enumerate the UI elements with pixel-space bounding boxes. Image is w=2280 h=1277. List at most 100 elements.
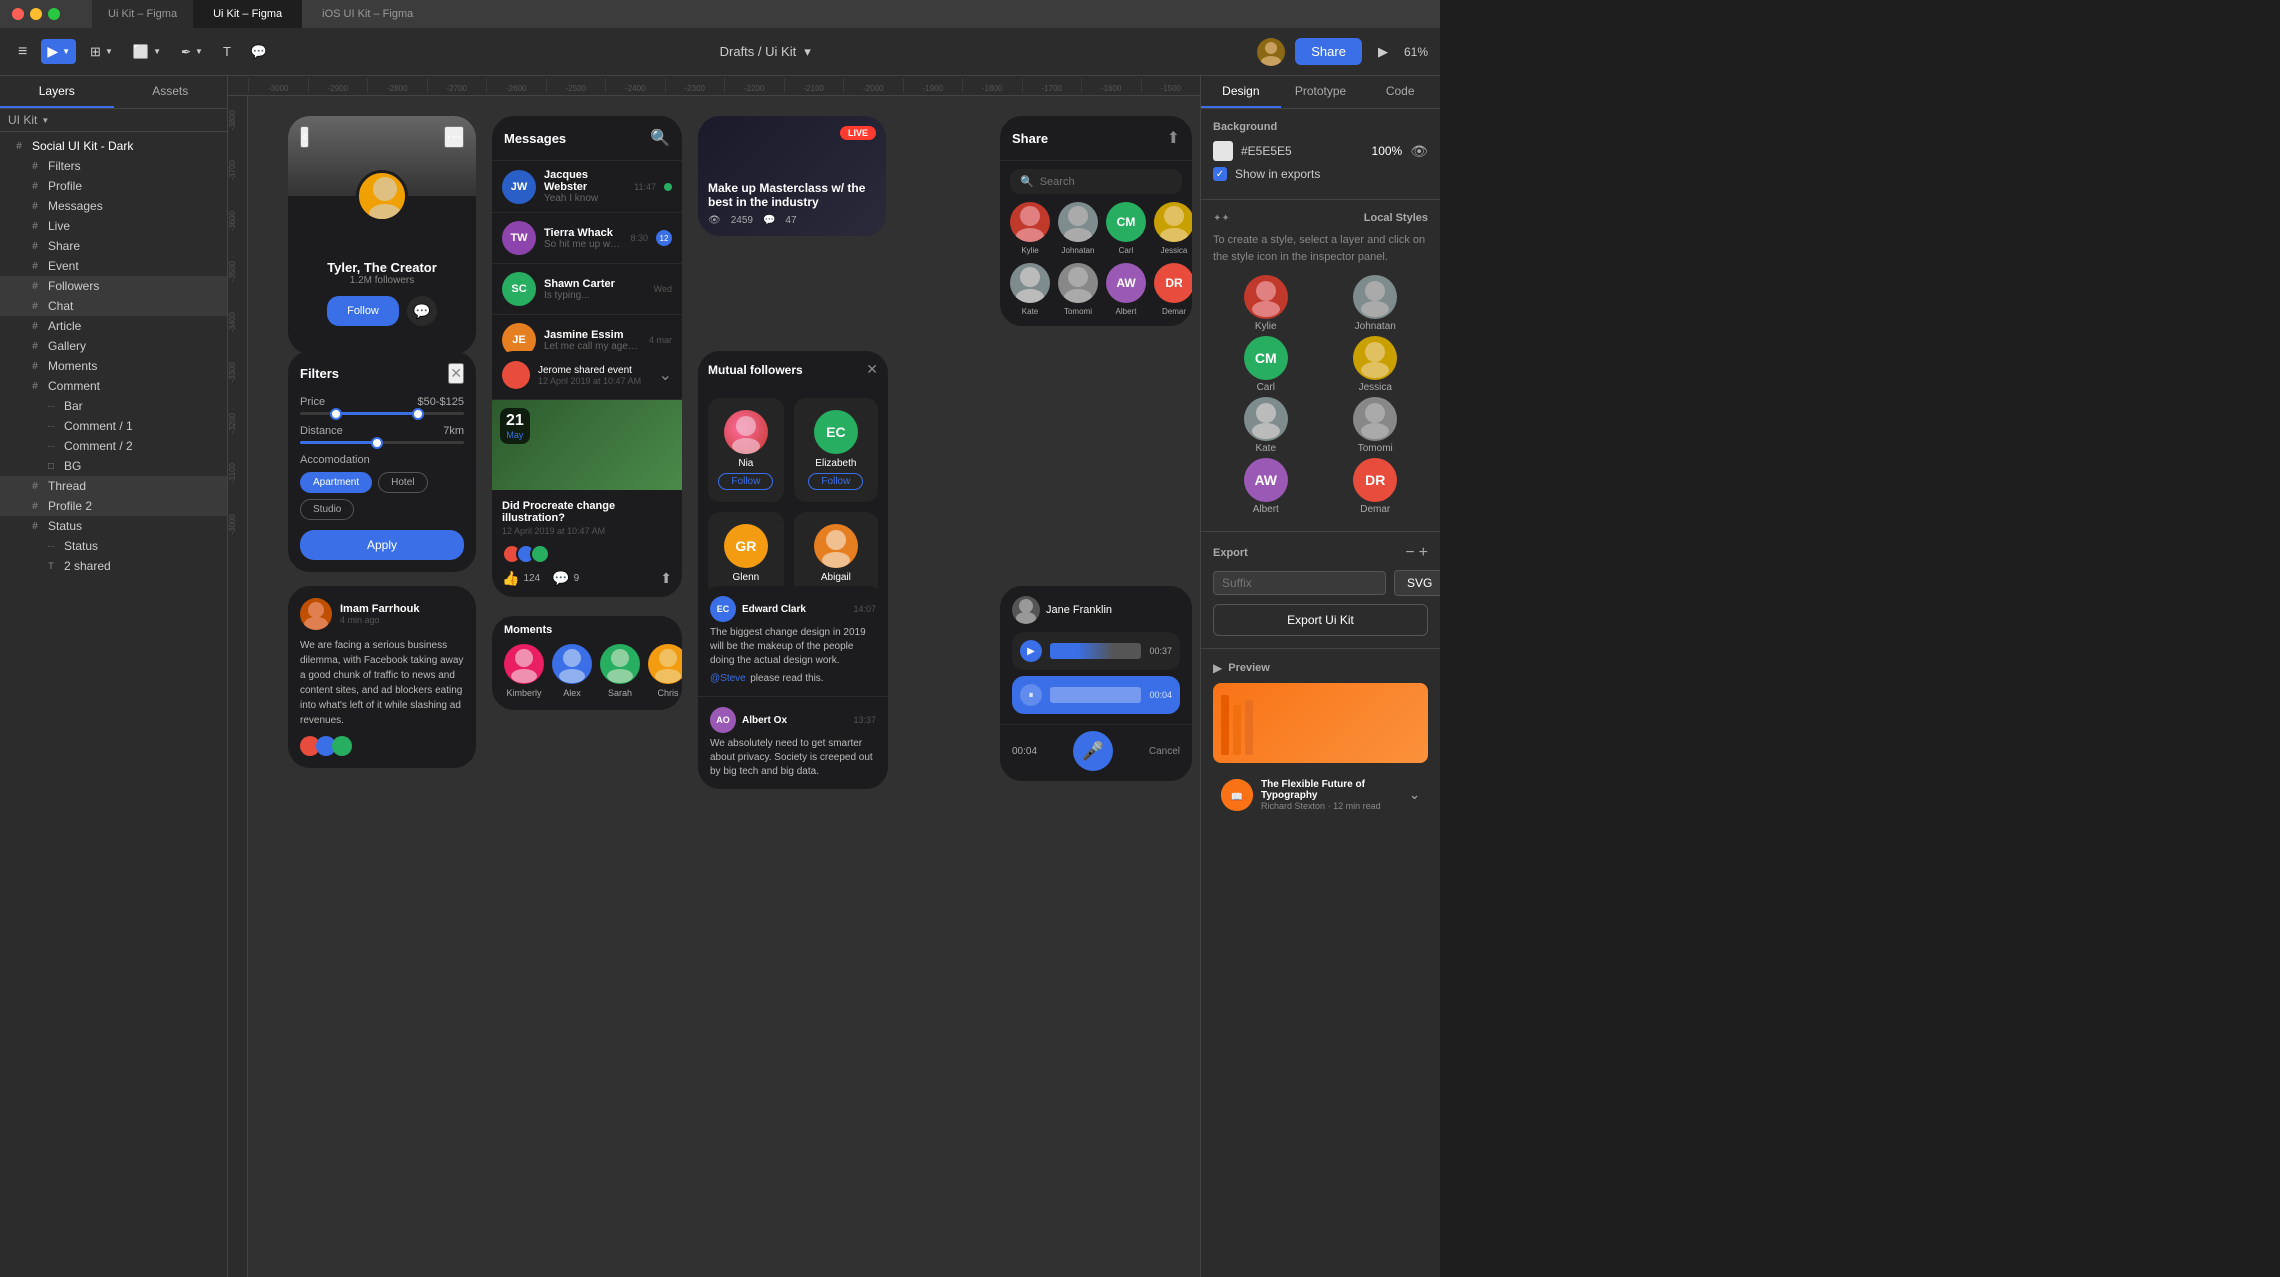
show-in-exports-checkbox[interactable]: ✓: [1213, 167, 1227, 181]
add-export-button[interactable]: +: [1419, 544, 1428, 562]
comment-tool-button[interactable]: 💬: [245, 40, 273, 64]
format-select[interactable]: SVG PNG PDF: [1394, 570, 1440, 596]
layer-item-status[interactable]: # Status: [0, 516, 227, 536]
layer-item-bar[interactable]: ··· Bar: [0, 396, 227, 416]
layer-item-thread[interactable]: # Thread: [0, 476, 227, 496]
text-tool-button[interactable]: T: [217, 40, 237, 63]
comment-button[interactable]: 💬: [552, 570, 569, 587]
cancel-button[interactable]: Cancel: [1149, 746, 1180, 757]
layer-item-article[interactable]: # Article: [0, 316, 227, 336]
share-avatar-kylie[interactable]: Kylie: [1010, 202, 1050, 255]
tag-studio[interactable]: Studio: [300, 499, 354, 520]
export-ui-kit-button[interactable]: Export Ui Kit: [1213, 604, 1428, 636]
search-icon[interactable]: 🔍: [650, 128, 670, 148]
layer-item-comment2[interactable]: ··· Comment / 2: [0, 436, 227, 456]
pause-button[interactable]: ⏸: [1020, 684, 1042, 706]
share-avatar-kate[interactable]: Kate: [1010, 263, 1050, 316]
traffic-light-red[interactable]: [12, 8, 24, 20]
distance-slider-track[interactable]: [300, 441, 464, 444]
share-search-input[interactable]: [1040, 176, 1182, 188]
move-tool-button[interactable]: ▶ ▼: [41, 39, 76, 64]
back-button[interactable]: ‹: [300, 126, 309, 148]
moment-kimberly[interactable]: Kimberly: [504, 644, 544, 698]
moment-chris[interactable]: Chris: [648, 644, 682, 698]
canvas-bg[interactable]: ‹ ··· Tyler, The Creator 1.2M followers …: [248, 96, 1200, 1277]
share-avatar-jessica[interactable]: Jessica: [1154, 202, 1192, 255]
message-item-2[interactable]: SC Shawn Carter Is typing... Wed: [492, 264, 682, 315]
layer-item-profile[interactable]: # Profile: [0, 176, 227, 196]
layer-item-event[interactable]: # Event: [0, 256, 227, 276]
share-upload-icon[interactable]: ⬆: [1167, 128, 1180, 148]
layer-item-share[interactable]: # Share: [0, 236, 227, 256]
tab-design[interactable]: Design: [1201, 76, 1281, 108]
style-kate[interactable]: Kate: [1213, 397, 1319, 454]
message-item-0[interactable]: JW Jacques Webster Yeah I know 11:47: [492, 161, 682, 213]
share-avatar-albert[interactable]: AW Albert: [1106, 263, 1146, 316]
distance-slider-thumb[interactable]: [371, 437, 383, 449]
style-albert[interactable]: AW Albert: [1213, 458, 1319, 515]
style-demar[interactable]: DR Demar: [1323, 458, 1429, 515]
expand-preview-button[interactable]: ⌄: [1409, 787, 1420, 803]
style-carl[interactable]: CM Carl: [1213, 336, 1319, 393]
frame-tool-button[interactable]: ⊞ ▼: [84, 40, 119, 64]
nia-follow-button[interactable]: Follow: [718, 473, 773, 490]
message-button[interactable]: 💬: [407, 296, 437, 326]
moment-sarah[interactable]: Sarah: [600, 644, 640, 698]
layer-item-social-ui-kit[interactable]: # Social UI Kit - Dark: [0, 136, 227, 156]
price-slider-thumb-left[interactable]: [330, 408, 342, 420]
share-avatar-tomomi[interactable]: Tomomi: [1058, 263, 1098, 316]
preview-article-card[interactable]: 📖 The Flexible Future of Typography Rich…: [1213, 771, 1428, 819]
price-slider-thumb-right[interactable]: [412, 408, 424, 420]
remove-export-button[interactable]: −: [1405, 544, 1414, 562]
traffic-light-green[interactable]: [48, 8, 60, 20]
layer-item-messages[interactable]: # Messages: [0, 196, 227, 216]
background-color-swatch[interactable]: [1213, 141, 1233, 161]
style-tomomi[interactable]: Tomomi: [1323, 397, 1429, 454]
tag-hotel[interactable]: Hotel: [378, 472, 427, 493]
like-button[interactable]: 👍: [502, 570, 519, 587]
tab-code[interactable]: Code: [1360, 76, 1440, 108]
tab-layers[interactable]: Layers: [0, 76, 114, 108]
layer-item-comment[interactable]: # Comment: [0, 376, 227, 396]
share-search-bar[interactable]: 🔍: [1010, 169, 1182, 194]
layer-item-chat[interactable]: # Chat: [0, 296, 227, 316]
price-slider-track[interactable]: [300, 412, 464, 415]
message-item-1[interactable]: TW Tierra Whack So hit me up when you're…: [492, 213, 682, 264]
elizabeth-follow-button[interactable]: Follow: [808, 473, 863, 490]
tab-prototype[interactable]: Prototype: [1281, 76, 1361, 108]
traffic-light-yellow[interactable]: [30, 8, 42, 20]
chevron-down-icon-event[interactable]: ⌄: [659, 365, 672, 385]
preview-header[interactable]: ▶ Preview: [1213, 661, 1428, 675]
layer-item-shared[interactable]: T 2 shared: [0, 556, 227, 576]
present-button[interactable]: ▶: [1372, 40, 1394, 64]
pen-tool-button[interactable]: ✒ ▼: [175, 41, 209, 63]
menu-button[interactable]: ≡: [12, 39, 33, 65]
close-filters-button[interactable]: ✕: [448, 363, 464, 384]
chat-mention[interactable]: @Steve: [710, 673, 746, 684]
play-button[interactable]: ▶: [1020, 640, 1042, 662]
canvas-area[interactable]: -3000 -2900 -2800 -2700 -2600 -2500 -240…: [228, 76, 1200, 1277]
moment-alex[interactable]: Alex: [552, 644, 592, 698]
layer-item-status2[interactable]: ··· Status: [0, 536, 227, 556]
style-jessica[interactable]: Jessica: [1323, 336, 1429, 393]
shape-tool-button[interactable]: ⬜ ▼: [127, 40, 167, 64]
suffix-input[interactable]: [1213, 571, 1386, 595]
follow-button[interactable]: Follow: [327, 296, 399, 326]
layer-item-bg[interactable]: □ BG: [0, 456, 227, 476]
layer-item-profile2[interactable]: # Profile 2: [0, 496, 227, 516]
tab-1[interactable]: Ui Kit – Figma: [92, 0, 193, 28]
style-kylie[interactable]: Kylie: [1213, 275, 1319, 332]
tab-2[interactable]: Ui Kit – Figma: [193, 0, 302, 28]
dropdown-icon[interactable]: ▾: [804, 44, 811, 60]
share-event-button[interactable]: ⬆: [660, 570, 672, 587]
tab-assets[interactable]: Assets: [114, 76, 228, 108]
style-johnatan[interactable]: Johnatan: [1323, 275, 1429, 332]
apply-button[interactable]: Apply: [300, 530, 464, 560]
share-avatar-carl[interactable]: CM Carl: [1106, 202, 1146, 255]
more-options-button[interactable]: ···: [444, 126, 464, 148]
layer-item-filters[interactable]: # Filters: [0, 156, 227, 176]
layer-item-moments[interactable]: # Moments: [0, 356, 227, 376]
play-bubble[interactable]: ▶ 00:37: [1012, 632, 1180, 670]
share-avatar-demar[interactable]: DR Demar: [1154, 263, 1192, 316]
record-button[interactable]: 🎤: [1073, 731, 1113, 771]
